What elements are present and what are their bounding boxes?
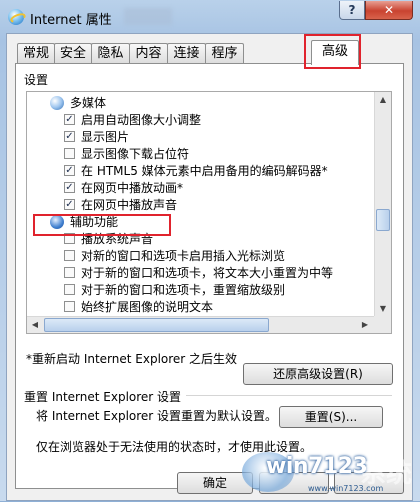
checkbox[interactable]: ✓: [64, 165, 75, 176]
setting-label: 在 HTML5 媒体元素中启用备用的编码解码器*: [81, 164, 328, 178]
scroll-right-icon[interactable]: ▶: [358, 317, 372, 332]
settings-label: 设置: [24, 73, 49, 87]
setting-label: 对新的窗口和选项卡启用插入光标浏览: [81, 249, 286, 263]
horizontal-scroll-thumb[interactable]: [44, 318, 269, 332]
reset-section-label: 重置 Internet Explorer 设置: [24, 390, 182, 404]
reset-button[interactable]: 重置(S)...: [279, 406, 383, 428]
setting-label: 在网页中播放声音: [81, 198, 178, 212]
window-title: Internet 属性: [30, 13, 112, 28]
divider: [186, 395, 392, 396]
internet-options-window: Internet 属性 ? ✕ 常规 安全 隐私 内容 连接 程序 高级 设置 …: [0, 0, 420, 501]
advanced-tab-highlight: [304, 34, 361, 69]
scroll-up-icon[interactable]: ▲: [376, 92, 390, 107]
scroll-corner: [374, 316, 391, 333]
checkbox[interactable]: [64, 284, 75, 295]
setting-item[interactable]: 对新的窗口和选项卡启用插入光标浏览: [64, 249, 285, 264]
internet-explorer-icon: [8, 9, 24, 25]
group-label: 多媒体: [70, 96, 107, 110]
checkbox[interactable]: [64, 267, 75, 278]
setting-label: 始终扩展图像的说明文本: [81, 300, 214, 314]
help-button[interactable]: ?: [339, 1, 365, 20]
checkbox[interactable]: ✓: [64, 182, 75, 193]
checkbox[interactable]: ✓: [64, 114, 75, 125]
tab-content[interactable]: 内容: [129, 43, 168, 64]
setting-item[interactable]: ✓ 显示图片: [64, 130, 129, 145]
setting-label: 启用自动图像大小调整: [81, 113, 202, 127]
setting-item[interactable]: 对于新的窗口和选项卡，将文本大小重置为中等: [64, 266, 333, 281]
setting-item[interactable]: 始终扩展图像的说明文本: [64, 300, 213, 315]
setting-item-play-sounds[interactable]: ✓ 在网页中播放声音: [64, 198, 177, 213]
checkbox[interactable]: ✓: [64, 131, 75, 142]
multimedia-icon: [50, 95, 64, 110]
checkbox[interactable]: [64, 250, 75, 261]
play-sounds-highlight: [33, 214, 171, 236]
setting-label: 在网页中播放动画*: [81, 181, 184, 195]
reset-description: 将 Internet Explorer 设置重置为默认设置。: [36, 409, 278, 423]
setting-item[interactable]: 显示图像下载占位符: [64, 147, 189, 162]
title-bar[interactable]: Internet 属性 ? ✕: [0, 0, 420, 32]
scroll-down-icon[interactable]: ▼: [376, 301, 390, 316]
horizontal-scrollbar[interactable]: ◀ ▶: [27, 316, 374, 333]
setting-label: 显示图片: [81, 130, 130, 144]
checkbox[interactable]: [64, 301, 75, 312]
tab-security[interactable]: 安全: [54, 43, 92, 64]
checkbox[interactable]: ✓: [64, 199, 75, 210]
vertical-scrollbar[interactable]: ▲ ▼: [374, 92, 391, 333]
tab-programs[interactable]: 程序: [205, 43, 244, 64]
restart-note: *重新启动 Internet Explorer 之后生效: [26, 352, 238, 366]
group-multimedia: 多媒体: [50, 95, 107, 111]
setting-label: 显示图像下载占位符: [81, 147, 190, 161]
watermark-text: win7123: [266, 454, 368, 479]
setting-item[interactable]: ✓ 在 HTML5 媒体元素中启用备用的编码解码器*: [64, 164, 328, 179]
tab-connections[interactable]: 连接: [167, 43, 206, 64]
watermark-url: www.win7123.com: [308, 484, 384, 493]
settings-list[interactable]: 多媒体 ✓ 启用自动图像大小调整 ✓ 显示图片 显示图像下载占位符 ✓ 在 HTML5…: [26, 91, 392, 334]
setting-item[interactable]: ✓ 启用自动图像大小调整: [64, 113, 201, 128]
setting-item[interactable]: 对于新的窗口和选项卡，重置缩放级别: [64, 283, 285, 298]
dialog-body: 常规 安全 隐私 内容 连接 程序 高级 设置 多媒体 ✓启用自动图像大小调整: [6, 33, 413, 501]
restore-advanced-settings-button[interactable]: 还原高级设置(R): [243, 363, 393, 385]
tab-privacy[interactable]: 隐私: [91, 43, 130, 64]
setting-item[interactable]: ✓ 在网页中播放动画*: [64, 181, 183, 196]
checkbox[interactable]: [64, 148, 75, 159]
scroll-left-icon[interactable]: ◀: [28, 317, 42, 332]
setting-label: 对于新的窗口和选项卡，重置缩放级别: [81, 283, 286, 297]
setting-label: 对于新的窗口和选项卡，将文本大小重置为中等: [81, 266, 334, 280]
scroll-thumb[interactable]: [376, 209, 390, 231]
tab-general[interactable]: 常规: [17, 43, 55, 64]
close-button[interactable]: ✕: [365, 1, 413, 20]
advanced-panel: 设置 多媒体 ✓ 启用自动图像大小调整 ✓ 显示图片 显示图像下载占位符 ✓ 在…: [15, 63, 404, 489]
blurred-region: [124, 8, 172, 25]
watermark: win7123 系统 www.win7123.com: [242, 446, 420, 501]
